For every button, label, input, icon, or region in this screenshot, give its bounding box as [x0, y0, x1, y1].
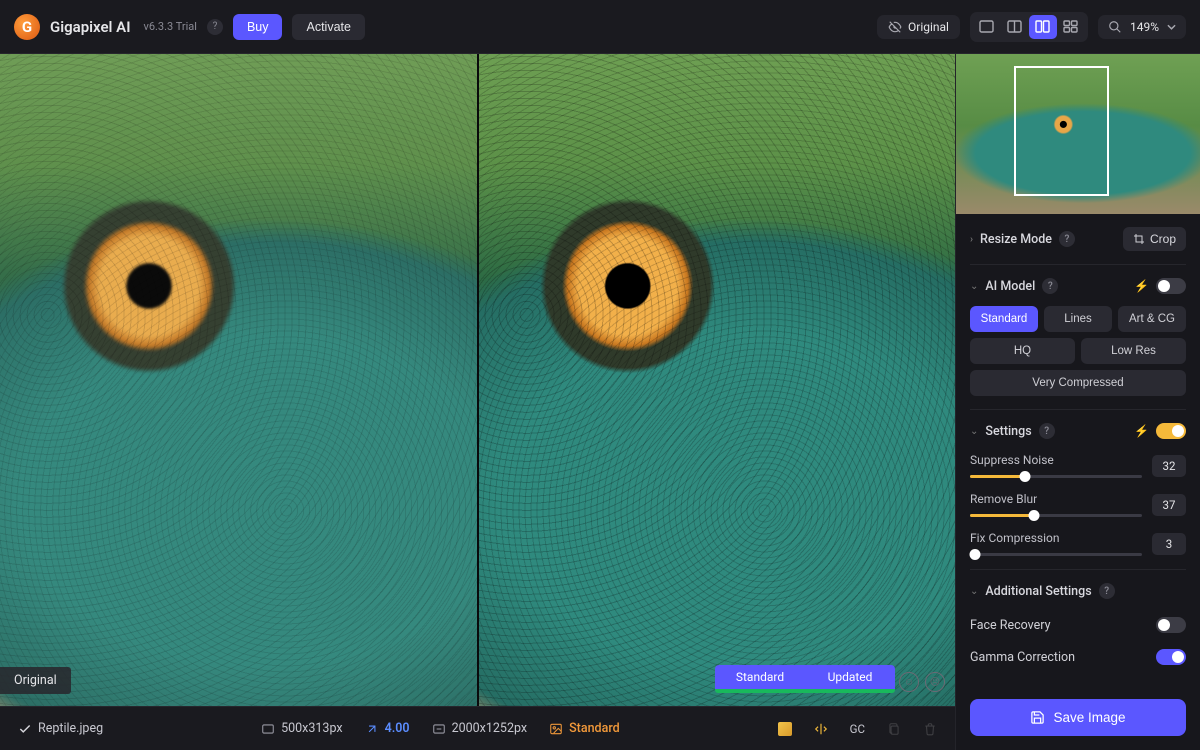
eye-off-icon [888, 20, 902, 34]
orig-dims: 500x313px [261, 721, 342, 736]
thumbs-down-icon[interactable]: ☹ [925, 672, 945, 692]
model-artcg-button[interactable]: Art & CG [1118, 306, 1186, 332]
fix-compression-value[interactable]: 3 [1152, 533, 1186, 555]
layout-grid-button[interactable] [1057, 15, 1085, 39]
dimensions-out-icon [432, 722, 446, 736]
chevron-down-icon [1167, 24, 1176, 30]
suppress-noise-label: Suppress Noise [970, 453, 1142, 467]
scale-icon [365, 722, 379, 736]
activate-button[interactable]: Activate [292, 14, 364, 40]
bolt-icon: ⚡ [1134, 424, 1149, 438]
image-viewer[interactable]: Original StandardUpdated ☺ ☹ [0, 54, 955, 706]
save-image-button[interactable]: Save Image [970, 699, 1186, 736]
dimensions-in-icon [261, 722, 275, 736]
settings-auto-toggle[interactable] [1156, 423, 1186, 439]
model-lowres-button[interactable]: Low Res [1081, 338, 1186, 364]
model-chip[interactable]: Standard [549, 721, 620, 736]
crop-button[interactable]: Crop [1123, 227, 1186, 251]
buy-button[interactable]: Buy [233, 14, 283, 40]
zoom-icon [1108, 20, 1122, 34]
help-icon[interactable]: ? [1039, 423, 1055, 439]
layout-mode-group [970, 12, 1088, 42]
preset-icon[interactable] [778, 722, 792, 736]
result-tag: StandardUpdated [715, 665, 895, 689]
navigator-viewport[interactable] [1014, 66, 1109, 196]
gc-label: GC [850, 722, 865, 736]
model-standard-button[interactable]: Standard [970, 306, 1038, 332]
model-grid: Standard Lines Art & CG HQ Low Res Very … [970, 306, 1186, 396]
check-icon [18, 722, 32, 736]
zoom-control[interactable]: 149% [1098, 15, 1186, 39]
model-hq-button[interactable]: HQ [970, 338, 1075, 364]
app-version: v6.3.3 Trial [144, 20, 197, 33]
model-verycompressed-button[interactable]: Very Compressed [970, 370, 1186, 396]
app-logo: G [14, 14, 40, 40]
additional-settings-label: Additional Settings [985, 584, 1091, 599]
fix-compression-label: Fix Compression [970, 531, 1142, 545]
fix-compression-slider[interactable] [970, 553, 1142, 556]
help-icon[interactable]: ? [1042, 278, 1058, 294]
layout-single-button[interactable] [973, 15, 1001, 39]
gamma-label: Gamma Correction [970, 650, 1075, 665]
layout-split-button[interactable] [1001, 15, 1029, 39]
original-pane: Original [0, 54, 477, 706]
thumbs-up-icon[interactable]: ☺ [899, 672, 919, 692]
original-label: Original [0, 667, 71, 694]
face-recovery-toggle[interactable] [1156, 617, 1186, 633]
model-lines-button[interactable]: Lines [1044, 306, 1112, 332]
help-icon[interactable]: ? [207, 19, 223, 35]
help-icon[interactable]: ? [1099, 583, 1115, 599]
save-icon [1030, 710, 1045, 725]
result-pane: StandardUpdated ☺ ☹ [477, 54, 956, 706]
chevron-down-icon[interactable]: ⌄ [970, 586, 978, 597]
help-icon[interactable]: ? [1059, 231, 1075, 247]
suppress-noise-slider[interactable] [970, 475, 1142, 478]
suppress-noise-value[interactable]: 32 [1152, 455, 1186, 477]
navigator-thumbnail[interactable] [956, 54, 1200, 214]
original-toggle[interactable]: Original [877, 15, 960, 39]
remove-blur-value[interactable]: 37 [1152, 494, 1186, 516]
image-icon [549, 722, 563, 736]
layout-sidebyside-button[interactable] [1029, 15, 1057, 39]
result-progress [715, 689, 895, 693]
remove-blur-slider[interactable] [970, 514, 1142, 517]
ai-model-label: AI Model [985, 279, 1035, 294]
remove-blur-label: Remove Blur [970, 492, 1142, 506]
chevron-down-icon[interactable]: ⌄ [970, 281, 978, 292]
chevron-right-icon[interactable]: › [970, 234, 973, 245]
settings-label: Settings [985, 424, 1031, 439]
duplicate-icon[interactable] [887, 722, 901, 736]
resize-mode-label: Resize Mode [980, 232, 1052, 247]
ai-model-auto-toggle[interactable] [1156, 278, 1186, 294]
scale-factor[interactable]: 4.00 [365, 721, 410, 736]
file-chip[interactable]: Reptile.jpeg [18, 721, 103, 736]
gamma-toggle[interactable] [1156, 649, 1186, 665]
compare-icon[interactable] [814, 722, 828, 736]
out-dims: 2000x1252px [432, 721, 528, 736]
chevron-down-icon[interactable]: ⌄ [970, 426, 978, 437]
face-recovery-label: Face Recovery [970, 618, 1051, 633]
bolt-icon: ⚡ [1134, 279, 1149, 293]
crop-icon [1133, 233, 1145, 245]
trash-icon[interactable] [923, 722, 937, 736]
app-title: Gigapixel AI [50, 18, 131, 36]
